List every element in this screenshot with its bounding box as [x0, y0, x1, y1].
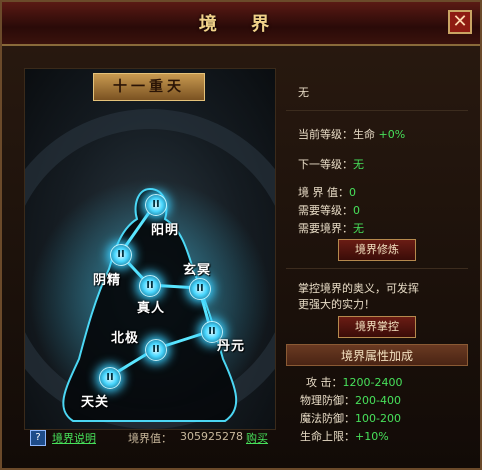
meditating-figure-illustration — [25, 109, 275, 429]
next-level-value: 无 — [353, 158, 364, 171]
realm-value-label: 境 界 值： — [298, 186, 349, 199]
divider — [286, 110, 468, 111]
window-title: 境 界 — [198, 14, 284, 35]
current-realm-name: 无 — [298, 86, 309, 99]
required-level-label: 需要等级： — [298, 204, 353, 217]
attr-row-magic-defense: 魔法防御：100-200 — [300, 410, 401, 426]
realm-train-button[interactable]: 境界修炼 — [338, 239, 416, 261]
current-level-bonus: +0% — [378, 128, 406, 141]
attr-value: 1200-2400 — [342, 376, 403, 389]
node-yangming[interactable]: II — [145, 194, 167, 216]
footer-bar: ? 境界说明 境界值： 305925278 购买 — [24, 430, 468, 450]
realm-points-label: 境界值： — [128, 432, 172, 445]
buy-link[interactable]: 购买 — [246, 430, 268, 446]
required-realm-label: 需要境界： — [298, 222, 353, 235]
attribute-bonus-header: 境界属性加成 — [286, 344, 468, 366]
master-description-line1: 掌控境界的奥义，可发挥 — [298, 282, 419, 295]
required-realm-row: 需要境界：无 — [298, 220, 364, 236]
realm-window: 境 界 ✕ 十一重天 II 阳明 II 阴精 II 玄冥 II 真人 II 丹元… — [0, 0, 482, 470]
realm-value: 0 — [349, 186, 356, 199]
node-label-beiji: 北极 — [111, 331, 140, 346]
attr-label: 攻 击： — [306, 376, 343, 389]
node-xuanming[interactable]: II — [189, 278, 211, 300]
close-icon[interactable]: ✕ — [448, 10, 472, 34]
title-bar[interactable]: 境 界 ✕ — [2, 2, 480, 46]
node-label-xuanming: 玄冥 — [183, 263, 212, 278]
current-level-label: 当前等级： — [298, 128, 353, 141]
required-level-row: 需要等级：0 — [298, 202, 360, 218]
current-level-row: 当前等级：生命 +0% — [298, 126, 405, 142]
realm-points-value: 305925278 — [180, 430, 243, 443]
node-label-tianguan: 天关 — [81, 395, 110, 410]
next-level-row: 下一等级：无 — [298, 156, 364, 172]
attr-value: 200-400 — [355, 394, 401, 407]
divider — [286, 268, 468, 269]
attr-row-attack: 攻 击：1200-2400 — [306, 374, 402, 390]
realm-tier-banner: 十一重天 — [93, 73, 205, 101]
master-description-line2: 更强大的实力！ — [298, 298, 375, 311]
node-label-yangming: 阳明 — [151, 223, 180, 238]
current-level-value: 生命 — [353, 128, 375, 141]
realm-explanation-link[interactable]: 境界说明 — [52, 430, 96, 446]
required-realm-value: 无 — [353, 222, 364, 235]
node-label-danyuan: 丹元 — [217, 339, 246, 354]
node-label-zhenren: 真人 — [137, 301, 166, 316]
realm-value-row: 境 界 值：0 — [298, 184, 356, 200]
node-yinjing[interactable]: II — [110, 244, 132, 266]
attr-row-physical-defense: 物理防御：200-400 — [300, 392, 401, 408]
attr-label: 魔法防御： — [300, 412, 355, 425]
next-level-label: 下一等级： — [298, 158, 353, 171]
attr-value: 100-200 — [355, 412, 401, 425]
node-tianguan[interactable]: II — [99, 367, 121, 389]
realm-info-panel: 无 当前等级：生命 +0% 下一等级：无 境 界 值：0 需要等级：0 需要境界… — [286, 68, 468, 443]
node-beiji[interactable]: II — [145, 339, 167, 361]
attr-label: 物理防御： — [300, 394, 355, 407]
required-level-value: 0 — [353, 204, 360, 217]
realm-constellation-panel: 十一重天 II 阳明 II 阴精 II 玄冥 II 真人 II 丹元 II 北极… — [24, 68, 276, 430]
realm-master-button[interactable]: 境界掌控 — [338, 316, 416, 338]
node-label-yinjing: 阴精 — [93, 273, 122, 288]
node-zhenren[interactable]: II — [139, 275, 161, 297]
help-icon[interactable]: ? — [30, 430, 46, 446]
